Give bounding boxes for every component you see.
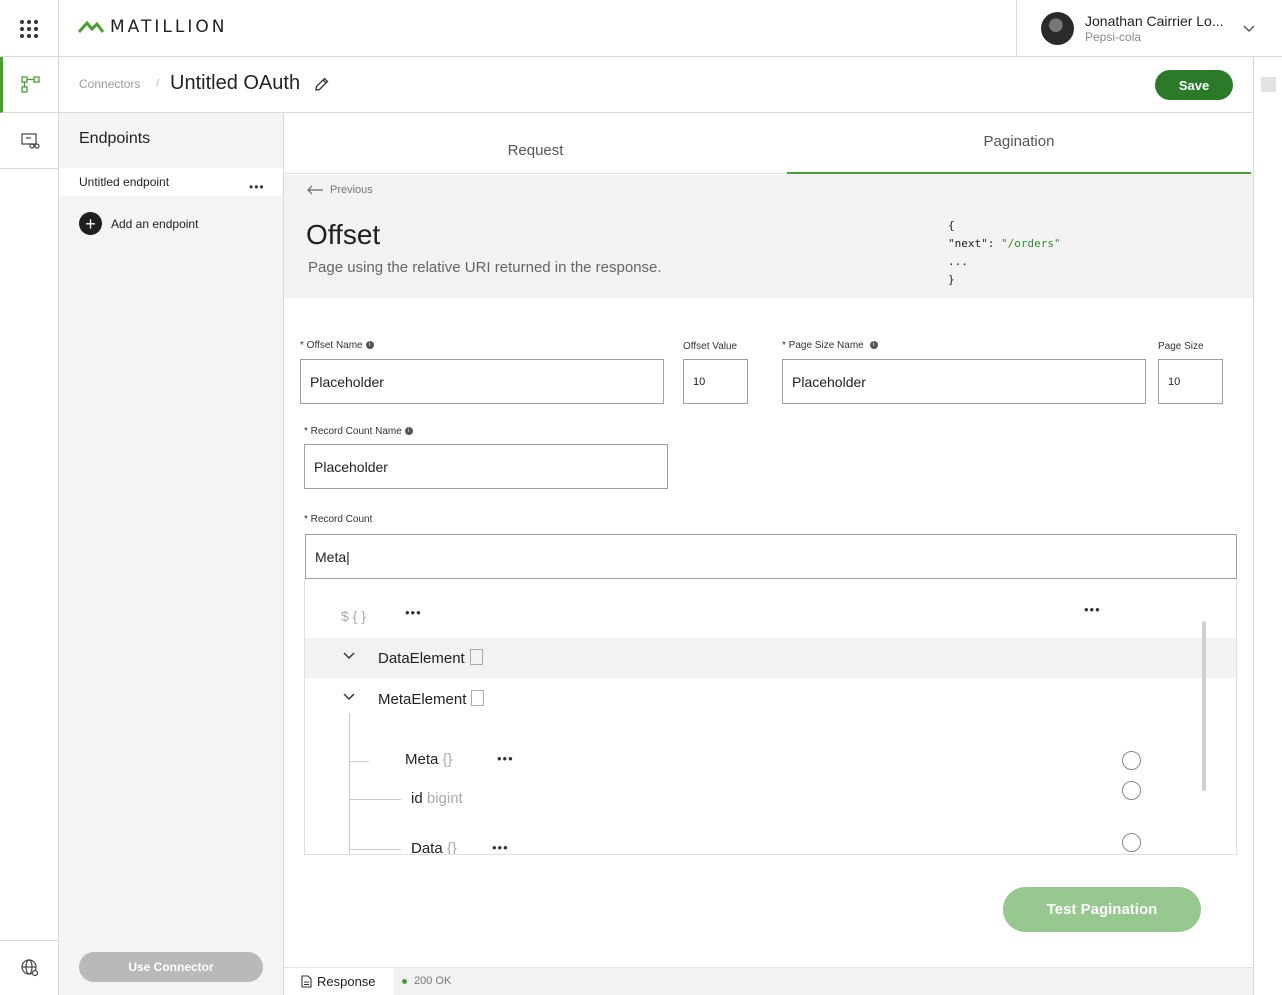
breadcrumb-separator: / bbox=[156, 76, 160, 90]
test-pagination-button[interactable]: Test Pagination bbox=[1003, 887, 1201, 932]
node-label: MetaElement bbox=[378, 691, 467, 708]
code-key: "next": bbox=[948, 237, 1001, 250]
radio-data[interactable] bbox=[1122, 833, 1141, 852]
app-launcher-button[interactable] bbox=[0, 0, 59, 57]
offset-value-input[interactable]: 10 bbox=[683, 359, 748, 404]
more-options-icon[interactable]: ••• bbox=[497, 751, 514, 766]
response-status: 200 OK bbox=[402, 975, 451, 987]
collapsed-panel-handle[interactable] bbox=[1261, 77, 1276, 92]
code-line: ... bbox=[948, 255, 968, 268]
record-count-name-input[interactable]: Placeholder bbox=[304, 444, 668, 489]
status-text: 200 OK bbox=[414, 975, 452, 987]
record-count-input[interactable]: Meta| bbox=[305, 534, 1237, 579]
chevron-down-icon bbox=[343, 693, 355, 701]
user-name: Jonathan Cairrier Lo... bbox=[1085, 12, 1224, 29]
offset-value-label: Offset Value bbox=[683, 341, 738, 352]
save-button[interactable]: Save bbox=[1155, 70, 1233, 100]
tree-scrollbar[interactable] bbox=[1202, 621, 1206, 791]
array-icon bbox=[469, 649, 483, 665]
schema-tree-dropdown: $ { } ••• ••• DataElement MetaElement Me… bbox=[304, 579, 1237, 855]
plus-icon: + bbox=[79, 212, 102, 235]
code-value: "/orders" bbox=[1000, 237, 1061, 250]
monitor-icon bbox=[20, 132, 40, 149]
endpoints-title: Endpoints bbox=[79, 130, 151, 147]
page-header: Connectors / Untitled OAuth Save bbox=[59, 57, 1253, 113]
user-org: Pepsi-cola bbox=[1085, 29, 1142, 44]
more-options-icon[interactable]: ••• bbox=[492, 840, 509, 854]
pagination-description: Page using the relative URI returned in … bbox=[308, 259, 662, 276]
breadcrumb-connectors[interactable]: Connectors bbox=[79, 77, 140, 91]
variable-icon[interactable]: $ { } bbox=[341, 608, 366, 624]
rail-item-globe[interactable] bbox=[0, 940, 59, 995]
tab-bar: Request Pagination bbox=[284, 113, 1253, 174]
page-size-input[interactable]: 10 bbox=[1158, 359, 1223, 404]
info-icon: i bbox=[869, 341, 878, 350]
brand-name: MATILLION bbox=[110, 17, 228, 37]
endpoint-label: Untitled endpoint bbox=[79, 175, 170, 189]
previous-link[interactable]: Previous bbox=[306, 184, 373, 196]
page-title: Untitled OAuth bbox=[170, 72, 301, 94]
grid-icon bbox=[20, 19, 38, 38]
chevron-down-icon bbox=[1243, 25, 1255, 32]
document-icon bbox=[301, 975, 312, 988]
record-count-label: * Record Count bbox=[304, 514, 373, 525]
add-endpoint-label: Add an endpoint bbox=[111, 216, 199, 231]
right-divider bbox=[1253, 57, 1254, 995]
pagination-intro: Previous Offset Page using the relative … bbox=[284, 175, 1253, 298]
matillion-logo[interactable]: MATILLION bbox=[78, 17, 227, 37]
info-icon: i bbox=[404, 427, 413, 436]
logo-mark-icon bbox=[78, 20, 104, 33]
code-line: } bbox=[948, 273, 955, 286]
left-rail bbox=[0, 57, 59, 995]
rail-item-monitor[interactable] bbox=[0, 113, 59, 169]
response-label: Response bbox=[317, 974, 376, 989]
endpoints-panel: Endpoints Untitled endpoint ••• + Add an… bbox=[59, 113, 284, 995]
record-count-name-label: * Record Count Name i bbox=[304, 426, 413, 437]
response-tab[interactable]: Response bbox=[284, 968, 394, 995]
radio-meta[interactable] bbox=[1122, 751, 1141, 770]
offset-name-label: * Offset Name i bbox=[300, 340, 374, 351]
array-icon bbox=[471, 690, 485, 706]
pagination-type-title: Offset bbox=[306, 219, 381, 250]
page-size-name-label: * Page Size Name i bbox=[782, 340, 878, 351]
tree-node-metaelement[interactable]: MetaElement bbox=[305, 679, 1236, 719]
tab-pagination[interactable]: Pagination bbox=[787, 113, 1251, 174]
page-size-name-input[interactable]: Placeholder bbox=[782, 359, 1146, 404]
status-dot-icon bbox=[402, 978, 407, 984]
use-connector-button[interactable]: Use Connector bbox=[79, 952, 263, 982]
tree-leaf-data[interactable]: Data {} bbox=[411, 840, 457, 854]
tree-leaf-meta[interactable]: Meta {} bbox=[405, 751, 453, 768]
more-options-icon[interactable]: ••• bbox=[249, 180, 265, 194]
radio-id[interactable] bbox=[1122, 781, 1141, 800]
tree-leaf-id[interactable]: id bigint bbox=[411, 790, 463, 807]
user-menu[interactable]: Jonathan Cairrier Lo... Pepsi-cola bbox=[1016, 0, 1282, 57]
top-bar: MATILLION Jonathan Cairrier Lo... Pepsi-… bbox=[0, 0, 1282, 57]
code-line: { bbox=[948, 219, 955, 232]
endpoint-item[interactable]: Untitled endpoint ••• bbox=[59, 168, 283, 196]
previous-label: Previous bbox=[330, 184, 373, 196]
pencil-icon[interactable] bbox=[313, 76, 330, 98]
offset-name-input[interactable]: Placeholder bbox=[300, 359, 664, 404]
node-label: DataElement bbox=[378, 650, 465, 667]
add-endpoint-button[interactable]: + Add an endpoint bbox=[79, 212, 198, 235]
rail-item-connectors[interactable] bbox=[0, 57, 59, 113]
page-size-label: Page Size bbox=[1158, 341, 1204, 352]
response-footer: Response 200 OK bbox=[284, 967, 1253, 995]
main-panel: Request Pagination Previous Offset Page … bbox=[284, 113, 1253, 995]
globe-icon bbox=[20, 959, 38, 977]
example-code: { "next": "/orders" ... } bbox=[948, 217, 1061, 289]
more-options-icon[interactable]: ••• bbox=[1084, 602, 1101, 617]
avatar bbox=[1041, 12, 1074, 45]
info-icon: i bbox=[365, 341, 374, 350]
connector-icon bbox=[21, 75, 40, 93]
tab-request[interactable]: Request bbox=[284, 113, 787, 174]
more-options-icon[interactable]: ••• bbox=[405, 605, 422, 620]
arrow-left-icon bbox=[307, 185, 323, 195]
tree-node-dataelement[interactable]: DataElement bbox=[305, 638, 1236, 678]
chevron-down-icon bbox=[343, 652, 355, 660]
